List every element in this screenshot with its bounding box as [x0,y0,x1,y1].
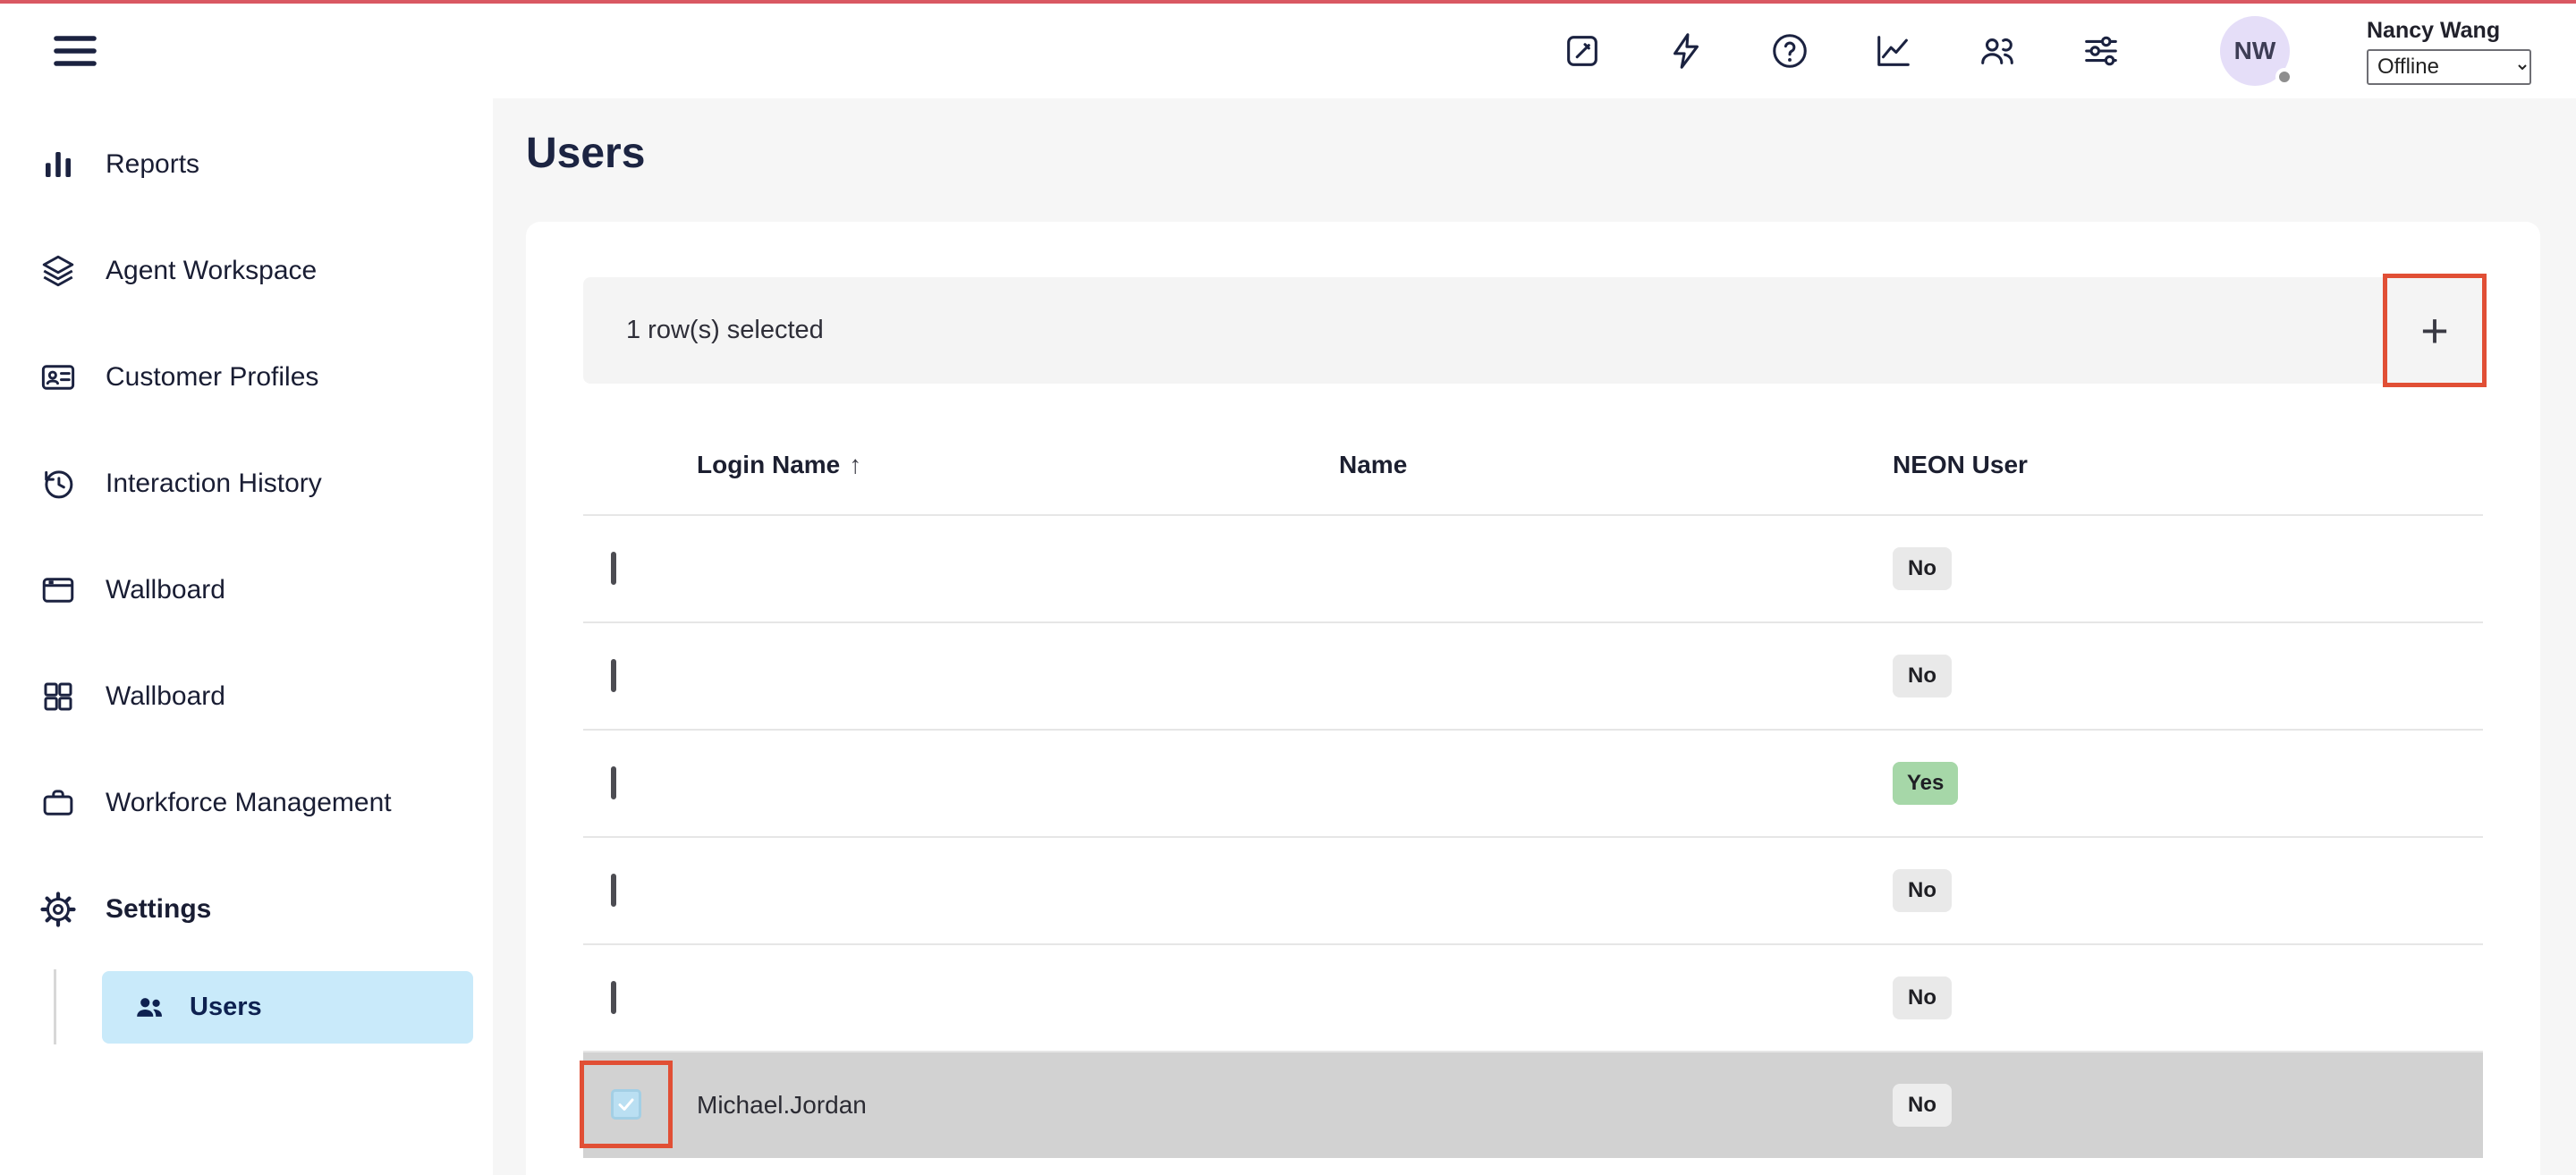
grid-icon [39,678,77,715]
row-checkbox[interactable] [611,552,616,585]
briefcase-icon [39,784,77,822]
contacts-icon[interactable] [1977,30,2018,72]
sidebar-item-label: Agent Workspace [106,256,317,286]
sort-ascending-icon[interactable]: ↑ [849,451,861,478]
table-row[interactable]: Yes [583,729,2483,836]
table-header: Login Name↑ Name NEON User [583,416,2483,514]
row-checkbox[interactable] [611,981,616,1014]
table-row[interactable]: No [583,514,2483,621]
row-checkbox-checked[interactable] [611,1089,641,1120]
window-icon [39,571,77,609]
table-row[interactable]: No [583,836,2483,943]
sidebar-item-agent-workspace[interactable]: Agent Workspace [0,217,493,324]
status-select[interactable]: Offline [2367,49,2531,85]
column-header-login-name[interactable]: Login Name↑ [697,451,1339,479]
add-user-button[interactable]: + [2386,277,2483,384]
user-block: Nancy Wang Offline [2367,18,2531,85]
row-checkbox[interactable] [611,766,616,799]
sidebar-item-users[interactable]: Users [102,971,473,1044]
main-content: Users 1 row(s) selected + Login Name↑ Na… [493,98,2576,1175]
sidebar-item-customer-profiles[interactable]: Customer Profiles [0,324,493,430]
column-header-neon-user[interactable]: NEON User [1893,451,2483,479]
sidebar-item-interaction-history[interactable]: Interaction History [0,430,493,537]
sidebar-item-settings[interactable]: Settings [0,856,493,962]
sidebar-sub-section: Users [0,962,493,1052]
page-title: Users [526,131,2576,177]
sidebar-item-label: Wallboard [106,681,225,712]
sidebar-item-label: Workforce Management [106,788,392,818]
bar-chart-icon [39,146,77,183]
lightning-icon[interactable] [1665,30,1707,72]
header-actions: NW Nancy Wang Offline [1562,16,2531,86]
sidebar-item-wallboard-2[interactable]: Wallboard [0,643,493,749]
row-checkbox[interactable] [611,659,616,692]
neon-user-badge: No [1893,869,1952,912]
menu-icon[interactable] [50,26,100,76]
column-header-name[interactable]: Name [1339,451,1893,479]
help-icon[interactable] [1769,30,1810,72]
note-icon[interactable] [1562,30,1603,72]
neon-user-badge: No [1893,547,1952,590]
neon-user-badge: No [1893,1084,1952,1127]
row-checkbox[interactable] [611,874,616,907]
neon-user-badge: No [1893,655,1952,697]
table-row-selected[interactable]: Michael.Jordan No [583,1051,2483,1158]
user-avatar[interactable]: NW [2220,16,2290,86]
selection-toolbar: 1 row(s) selected + [583,277,2483,384]
preferences-icon[interactable] [2080,30,2122,72]
selection-count-text: 1 row(s) selected [626,316,824,345]
sidebar-item-label: Reports [106,149,199,180]
table-row[interactable]: No [583,621,2483,729]
user-name: Nancy Wang [2367,18,2531,44]
users-card: 1 row(s) selected + Login Name↑ Name NEO… [526,222,2540,1175]
analytics-icon[interactable] [1873,30,1914,72]
status-dot [2275,68,2293,86]
layers-icon [39,252,77,290]
check-icon [615,1094,637,1115]
neon-user-badge: No [1893,976,1952,1019]
login-name-cell: Michael.Jordan [697,1091,1339,1120]
contact-card-icon [39,359,77,396]
sidebar-item-label: Customer Profiles [106,362,318,393]
app-header: NW Nancy Wang Offline [0,4,2576,98]
gear-icon [39,891,77,928]
sidebar-item-label: Interaction History [106,469,322,499]
neon-user-badge: Yes [1893,762,1958,805]
sidebar-item-label: Users [190,993,262,1022]
sidebar-item-reports[interactable]: Reports [0,111,493,217]
sidebar: Reports Agent Workspace Customer Profile… [0,98,493,1175]
history-icon [39,465,77,503]
table-row[interactable]: No [583,943,2483,1051]
users-icon [132,990,166,1024]
indent-guide [54,969,56,1044]
sidebar-item-workforce-management[interactable]: Workforce Management [0,749,493,856]
sidebar-item-label: Settings [106,894,211,925]
sidebar-item-label: Wallboard [106,575,225,605]
sidebar-item-wallboard-1[interactable]: Wallboard [0,537,493,643]
